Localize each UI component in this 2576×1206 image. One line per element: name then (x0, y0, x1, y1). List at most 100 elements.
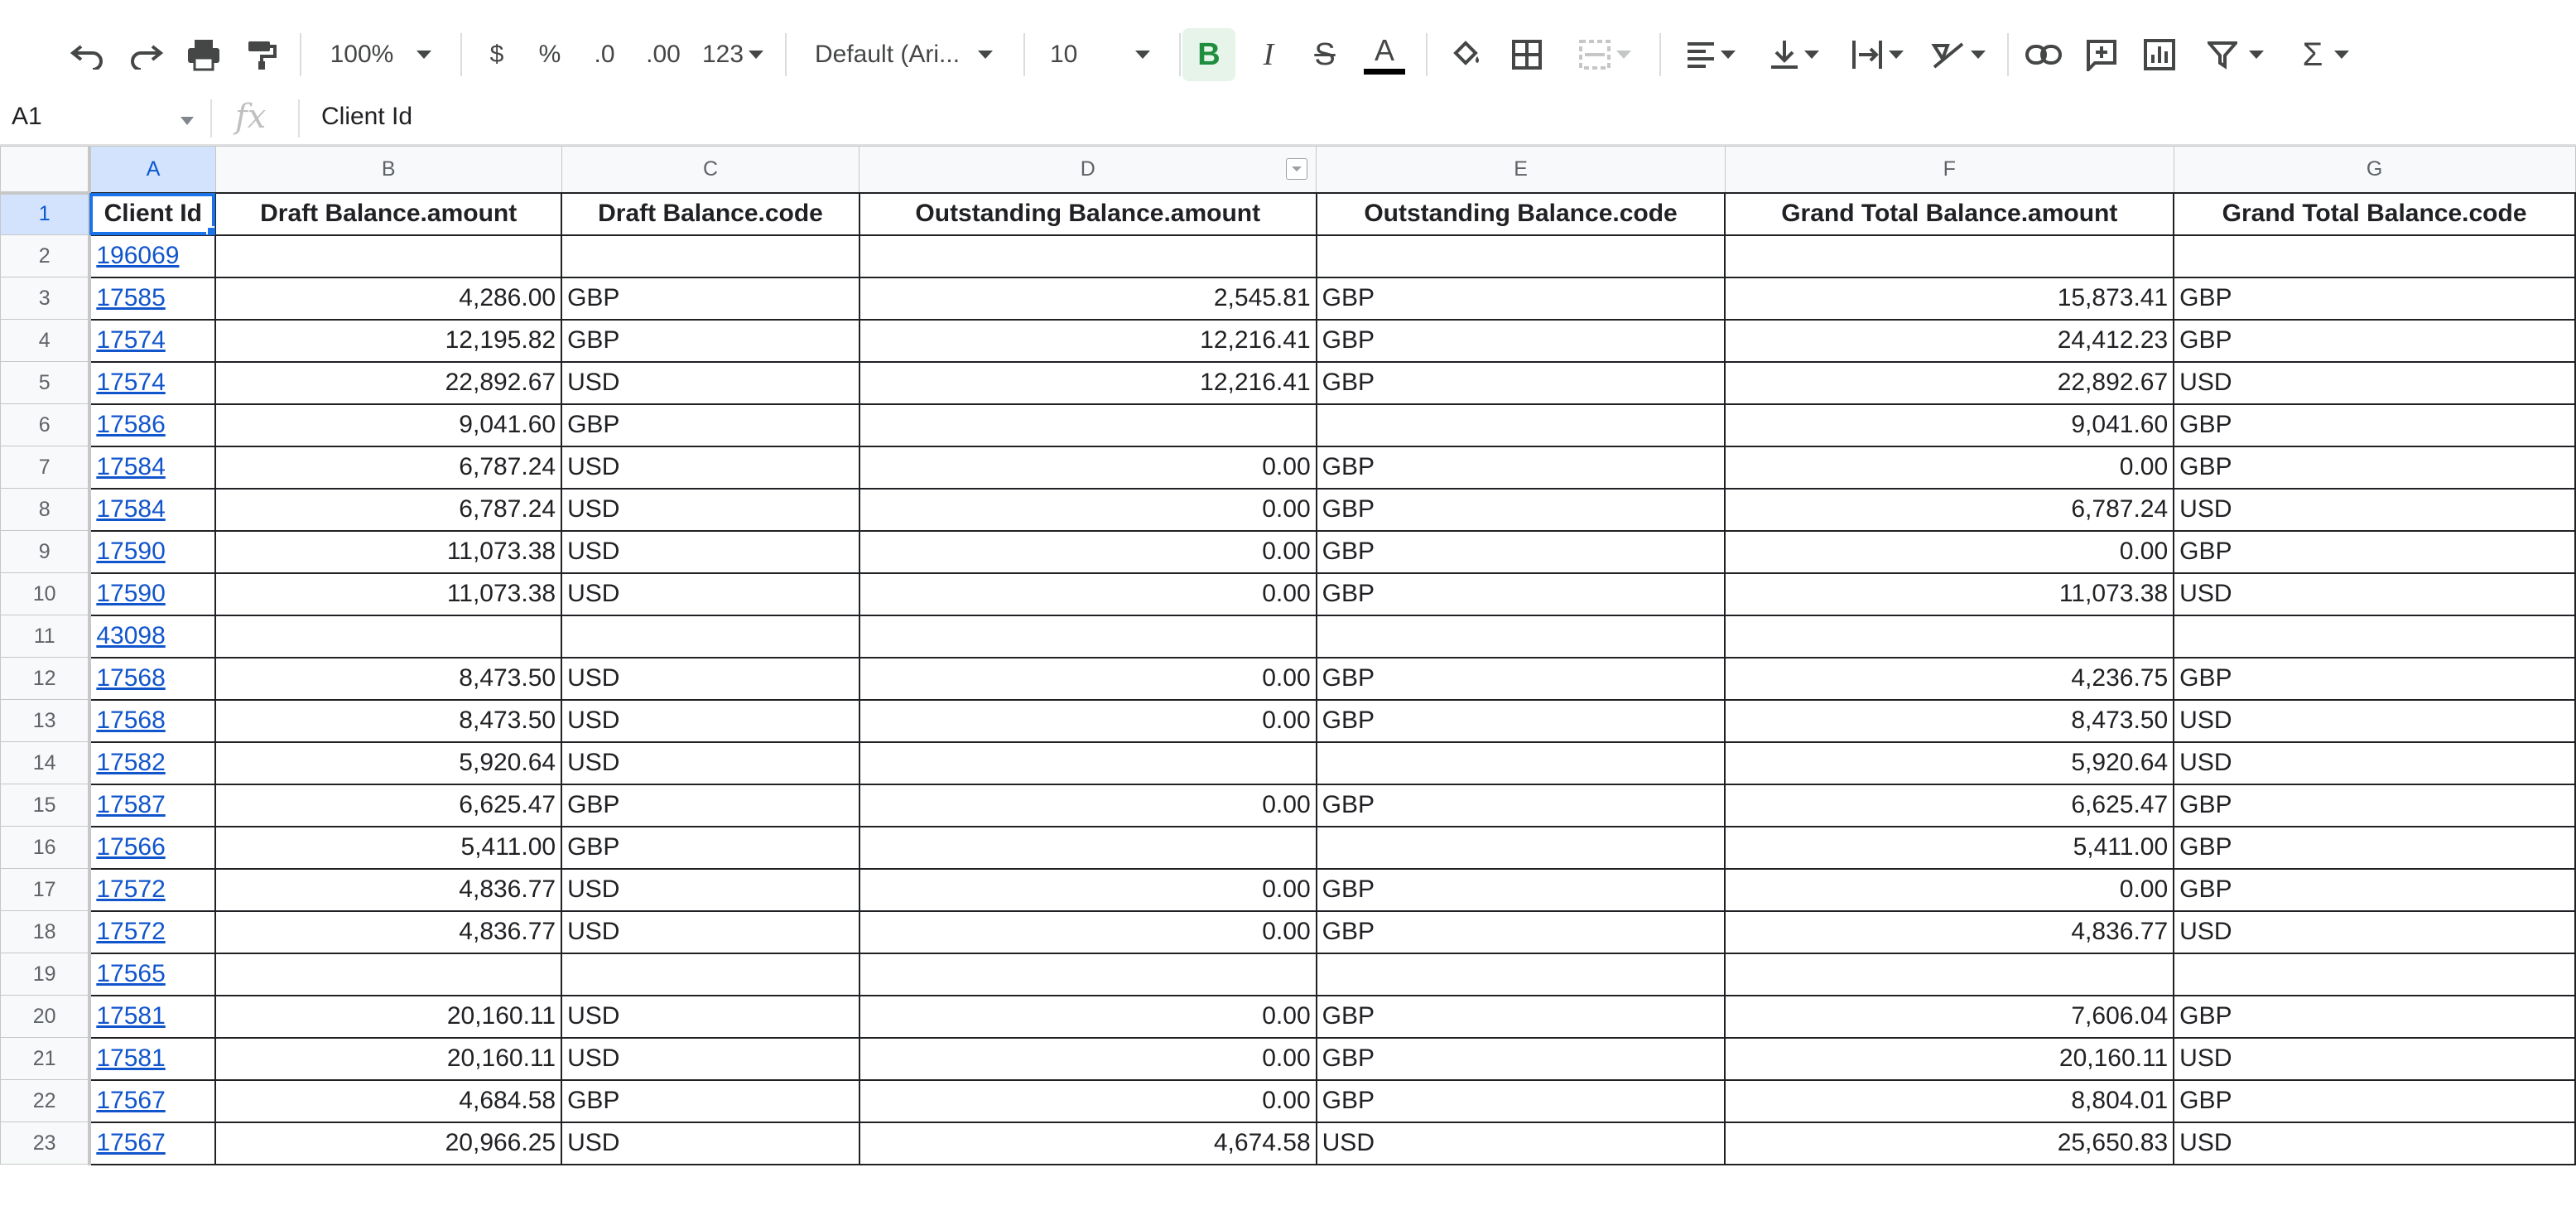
cell[interactable]: GBP (2173, 1078, 2576, 1123)
cell[interactable]: 6,625.47 (214, 783, 563, 827)
insert-comment-button[interactable] (2077, 28, 2126, 81)
cell[interactable]: 0.00 (858, 783, 1317, 827)
cell[interactable]: USD (2173, 487, 2576, 532)
cell[interactable]: 4,836.77 (214, 867, 563, 912)
row-header[interactable]: 19 (0, 953, 92, 996)
cell[interactable]: 0.00 (858, 909, 1317, 954)
cell[interactable]: USD (561, 445, 860, 490)
cell[interactable]: 4,674.58 (858, 1121, 1317, 1165)
client-id-link[interactable]: 17574 (89, 360, 217, 405)
column-header-d[interactable]: D (859, 146, 1317, 193)
increase-decimal-button[interactable]: .00 (636, 28, 691, 81)
cell[interactable]: 0.00 (1724, 529, 2175, 574)
row-header[interactable]: 4 (0, 319, 92, 362)
client-id-link[interactable]: 17572 (89, 867, 217, 912)
cell[interactable]: GBP (2173, 318, 2576, 363)
cell[interactable]: 12,195.82 (214, 318, 563, 363)
row-header[interactable]: 18 (0, 910, 92, 953)
cell[interactable]: 5,411.00 (214, 825, 563, 870)
client-id-link[interactable]: 17590 (89, 572, 217, 616)
row-header[interactable]: 1 (0, 192, 92, 235)
cell[interactable]: 0.00 (1724, 867, 2175, 912)
row-header[interactable]: 15 (0, 784, 92, 827)
text-rotation-button[interactable] (1921, 28, 1996, 81)
cell[interactable]: GBP (1315, 276, 1726, 321)
font-family-select[interactable]: Default (Ari... (803, 28, 1022, 81)
cell[interactable]: 12,216.41 (858, 318, 1317, 363)
cell[interactable] (214, 614, 563, 658)
cell[interactable]: 0.00 (858, 487, 1317, 532)
cell[interactable]: 0.00 (1724, 445, 2175, 490)
client-id-link[interactable]: 196069 (89, 234, 217, 278)
row-header[interactable]: 6 (0, 403, 92, 446)
row-header[interactable]: 5 (0, 361, 92, 404)
cell[interactable]: GBP (561, 825, 860, 870)
cell[interactable]: GBP (1315, 487, 1726, 532)
column-menu-icon[interactable] (1286, 158, 1308, 180)
row-header[interactable]: 23 (0, 1122, 92, 1165)
cell[interactable]: USD (561, 867, 860, 912)
row-header[interactable]: 7 (0, 446, 92, 489)
cell[interactable]: USD (2173, 909, 2576, 954)
cell[interactable]: GBP (1315, 783, 1726, 827)
cell[interactable]: 11,073.38 (214, 572, 563, 616)
cell[interactable]: 20,160.11 (214, 994, 563, 1039)
cell[interactable] (858, 403, 1317, 447)
row-header[interactable]: 16 (0, 826, 92, 869)
cell[interactable]: GBP (561, 783, 860, 827)
cell[interactable]: 15,873.41 (1724, 276, 2175, 321)
header-cell[interactable]: Outstanding Balance.code (1315, 191, 1726, 236)
more-formats-button[interactable]: 123 (696, 28, 770, 81)
cell[interactable] (1315, 403, 1726, 447)
cell[interactable]: USD (1315, 1121, 1726, 1165)
cell[interactable]: GBP (1315, 698, 1726, 743)
cell[interactable] (1315, 614, 1726, 658)
cell[interactable]: 0.00 (858, 1078, 1317, 1123)
row-header[interactable]: 20 (0, 995, 92, 1038)
cell[interactable]: GBP (1315, 1036, 1726, 1081)
client-id-link[interactable]: 17565 (89, 952, 217, 996)
insert-chart-button[interactable] (2135, 28, 2184, 81)
percent-format-button[interactable]: % (527, 28, 573, 81)
cell[interactable]: GBP (1315, 529, 1726, 574)
cell[interactable] (858, 740, 1317, 785)
row-header[interactable]: 17 (0, 868, 92, 911)
column-header-a[interactable]: A (89, 146, 216, 193)
cell[interactable]: 0.00 (858, 656, 1317, 701)
client-id-link[interactable]: 17586 (89, 403, 217, 447)
cell[interactable]: 0.00 (858, 445, 1317, 490)
cell[interactable] (1315, 952, 1726, 996)
row-header[interactable]: 13 (0, 699, 92, 742)
cell[interactable]: GBP (2173, 825, 2576, 870)
cell[interactable]: 4,684.58 (214, 1078, 563, 1123)
cell[interactable]: 6,787.24 (214, 487, 563, 532)
header-cell[interactable]: Draft Balance.amount (214, 191, 563, 236)
cell[interactable]: GBP (1315, 867, 1726, 912)
client-id-link[interactable]: 17566 (89, 825, 217, 870)
client-id-link[interactable]: 17567 (89, 1078, 217, 1123)
cell[interactable]: GBP (2173, 783, 2576, 827)
cell[interactable]: GBP (1315, 360, 1726, 405)
name-box-dropdown[interactable] (181, 114, 194, 129)
cell[interactable] (2173, 614, 2576, 658)
borders-button[interactable] (1502, 28, 1552, 81)
cell[interactable]: GBP (1315, 909, 1726, 954)
cell[interactable] (1315, 234, 1726, 278)
filter-button[interactable] (2194, 28, 2277, 81)
cell[interactable] (1724, 234, 2175, 278)
cell[interactable]: 11,073.38 (214, 529, 563, 574)
cell[interactable]: 8,473.50 (214, 698, 563, 743)
client-id-link[interactable]: 17581 (89, 1036, 217, 1081)
row-header[interactable]: 3 (0, 277, 92, 320)
cell[interactable]: 8,804.01 (1724, 1078, 2175, 1123)
client-id-link[interactable]: 17584 (89, 487, 217, 532)
cell[interactable]: GBP (1315, 572, 1726, 616)
header-cell[interactable]: Draft Balance.code (561, 191, 860, 236)
row-header[interactable]: 10 (0, 572, 92, 615)
cell[interactable]: USD (561, 529, 860, 574)
row-header[interactable]: 21 (0, 1037, 92, 1080)
cell[interactable]: GBP (2173, 276, 2576, 321)
row-header[interactable]: 9 (0, 530, 92, 573)
cell[interactable]: USD (561, 360, 860, 405)
cell[interactable]: GBP (1315, 994, 1726, 1039)
